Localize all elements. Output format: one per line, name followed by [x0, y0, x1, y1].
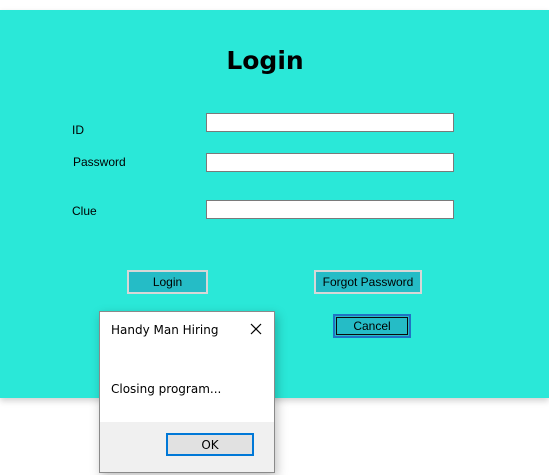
dialog-footer: OK — [100, 422, 274, 472]
id-field[interactable] — [206, 113, 454, 132]
cancel-button[interactable]: Cancel — [333, 314, 411, 338]
password-label: Password — [73, 155, 126, 169]
dialog-title: Handy Man Hiring — [111, 323, 219, 337]
clue-field[interactable] — [206, 200, 454, 219]
ok-button[interactable]: OK — [166, 433, 254, 456]
login-button[interactable]: Login — [127, 270, 208, 294]
clue-label: Clue — [72, 204, 97, 218]
id-label: ID — [72, 123, 84, 137]
message-dialog: Handy Man Hiring Closing program... OK — [99, 311, 275, 473]
dialog-message: Closing program... — [111, 382, 222, 396]
close-icon[interactable] — [246, 319, 266, 339]
password-field[interactable] — [206, 153, 454, 172]
page-title: Login — [226, 46, 304, 75]
forgot-password-button[interactable]: Forgot Password — [314, 270, 422, 294]
